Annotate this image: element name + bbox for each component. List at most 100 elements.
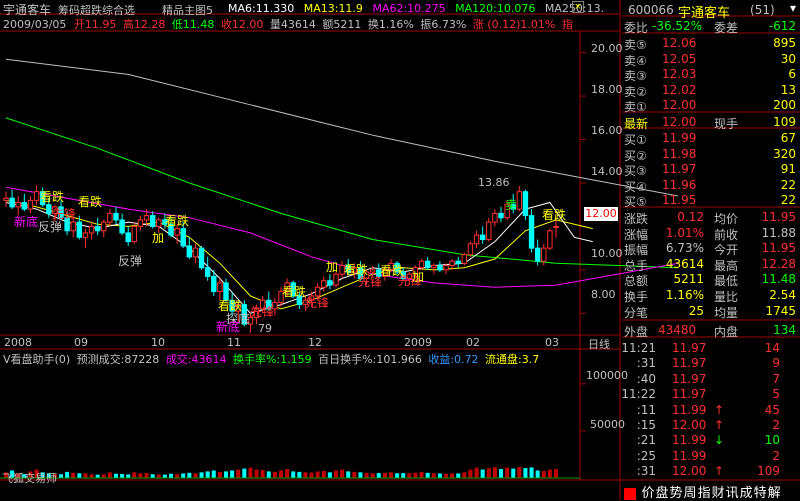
date-label: 10 — [151, 336, 165, 349]
volume-bar — [309, 472, 314, 478]
info-suffix: 指 — [561, 18, 573, 31]
volume-bar — [187, 472, 192, 478]
candle-body — [528, 215, 535, 249]
bottom-tab[interactable]: 讯 — [726, 486, 739, 501]
volume-bar — [505, 467, 510, 478]
peak-label: 13.86 — [478, 176, 510, 189]
candle-body — [369, 269, 376, 273]
candle-body — [186, 245, 193, 258]
chevron-down-icon[interactable]: ▾ — [790, 1, 796, 15]
quote-sequence: (51) — [750, 3, 775, 17]
arrow-up-icon: ↑ — [714, 418, 725, 432]
candle-body — [467, 243, 474, 256]
candle-body — [119, 219, 125, 234]
volume-bar — [529, 467, 534, 478]
candle-body — [192, 247, 199, 258]
volume-bar — [248, 467, 253, 478]
arrow-up-icon: ↑ — [714, 402, 725, 417]
volume-bar — [217, 471, 222, 478]
buy-volume: 22 — [780, 177, 796, 192]
ma-line-ma120 — [5, 117, 679, 269]
indicator-float: 流通盘:3.7 — [485, 353, 540, 366]
bottom-tab[interactable]: 指 — [698, 486, 711, 501]
buy-price: 11.96 — [662, 177, 697, 192]
candle-body — [479, 234, 486, 240]
volume-bar — [169, 473, 173, 478]
buy-price: 11.99 — [662, 131, 697, 145]
signal-label: 看跌 — [165, 214, 190, 228]
indicator-title[interactable]: V看盘助手(0) — [3, 353, 70, 366]
info-amplitude: 振6.73% — [420, 18, 467, 31]
buy-row: 买④ 11.96 22 — [622, 177, 800, 194]
volume-bar — [431, 473, 436, 478]
buy-label: 买⑤ — [624, 195, 647, 210]
volume-bar — [389, 472, 393, 478]
close-icon[interactable]: × — [572, 1, 584, 13]
vol-tick: 50000 — [590, 418, 625, 431]
indicator-header: V看盘助手(0) 预测成交:87228 成交:43614 换手率%:1.159 … — [3, 351, 539, 367]
weicha-value: -612 — [768, 19, 796, 33]
candle-body — [21, 202, 28, 210]
tick-time: 11:22 — [621, 387, 656, 402]
candle-body — [541, 247, 547, 262]
ma-legend: MA6:11.330 MA13:11.9 MA62:10.275 MA120:1… — [228, 2, 604, 15]
ma62-label: MA62:10.275 — [372, 2, 446, 15]
volume-bar — [554, 469, 558, 478]
volume-bar — [352, 471, 357, 478]
buy-row: 买③ 11.97 91 — [622, 161, 800, 178]
candle-body — [27, 199, 34, 210]
bottom-tab[interactable]: 势 — [670, 486, 683, 501]
volume-bar — [315, 471, 320, 478]
signal-label: 新底 — [216, 320, 241, 334]
tick-time: :11 — [636, 402, 656, 417]
info-date: 2009/03/05 — [3, 18, 67, 31]
candle-body — [211, 275, 217, 293]
sell-row: 卖① 12.00 200 — [622, 97, 800, 114]
current-price-tag: 12.00 — [584, 207, 618, 221]
signal-label: 加 — [326, 260, 339, 274]
volume-bar — [523, 468, 528, 478]
tick-row: 11:22 11.97 5 — [621, 387, 800, 403]
signal-label: 先锋 — [250, 305, 275, 319]
price-tick: 18.00 — [591, 83, 623, 96]
bottom-tab[interactable]: 成 — [740, 486, 753, 501]
tick-volume: 14 — [764, 341, 780, 355]
candle-body — [131, 225, 138, 243]
info-close: 收12.00 — [220, 18, 264, 31]
period-label[interactable]: 日线 — [588, 336, 610, 352]
candle-body — [522, 191, 529, 217]
candle-body — [149, 215, 156, 227]
tick-price: 11.99 — [672, 433, 707, 448]
tick-time: :31 — [636, 356, 656, 371]
volume-bar — [65, 471, 70, 478]
info-high: 高12.28 — [122, 18, 166, 31]
candle-body — [443, 265, 449, 271]
tick-volume: 7 — [772, 371, 780, 386]
tick-price: 11.97 — [672, 387, 707, 402]
candle-body — [174, 228, 180, 236]
weibi-value: -36.52% — [652, 19, 703, 33]
bottom-tab[interactable]: 周 — [684, 486, 697, 501]
volume-bar — [382, 472, 387, 478]
weibi-row: 委比 -36.52% 委差 -612 — [622, 18, 800, 35]
volume-bar — [511, 468, 516, 478]
sell-price: 12.03 — [662, 67, 697, 82]
buy-volume: 320 — [773, 146, 796, 161]
buy-price: 11.98 — [662, 146, 697, 161]
latest-value: 12.00 — [662, 115, 697, 129]
bottom-tab[interactable]: 特 — [754, 486, 767, 501]
bottom-tab[interactable]: 解 — [768, 486, 781, 501]
volume-bar — [474, 467, 479, 478]
candle-body — [327, 280, 333, 286]
candle-body — [198, 247, 205, 269]
price-tick: 10.00 — [591, 247, 623, 260]
buy-row: 买① 11.99 67 — [622, 130, 800, 147]
bottom-tab[interactable]: 财 — [712, 486, 725, 501]
bottom-tab[interactable]: 价 — [642, 486, 655, 501]
bottom-tab[interactable]: 盘 — [656, 486, 669, 501]
tick-row: 11:21 11.97 14 — [621, 341, 800, 357]
signal-label: 看跌 — [282, 285, 307, 299]
volume-bar — [499, 469, 503, 478]
signal-label: 看跌 — [78, 195, 103, 209]
sell-volume: 30 — [780, 51, 796, 66]
